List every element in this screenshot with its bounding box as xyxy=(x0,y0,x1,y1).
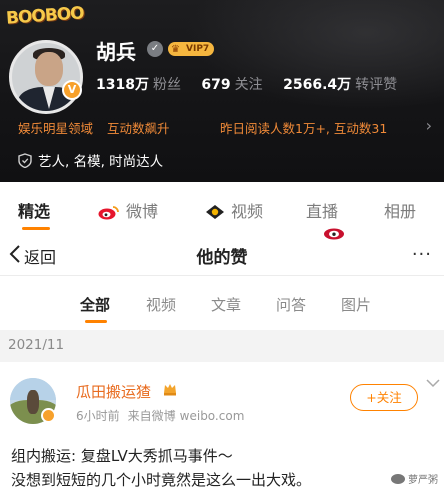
navigation-bar: 返回 他的赞 ··· xyxy=(0,228,444,276)
watermark: 萝严粥 xyxy=(391,471,438,486)
weibo-logo-icon xyxy=(98,206,119,220)
tab-video[interactable]: 视频 xyxy=(205,198,263,222)
likes-page: 返回 他的赞 ··· 全部 视频 文章 问答 图片 2021/11 瓜田搬运猹 … xyxy=(0,228,444,502)
liked-post[interactable]: 瓜田搬运猹 6小时前 来自微博 weibo.com +关注 组内搬运: 复盘LV大秀… xyxy=(0,362,444,502)
tab-underline xyxy=(22,227,50,230)
certification-line: 艺人, 名模, 时尚达人 xyxy=(18,150,163,170)
post-site: weibo.com xyxy=(179,409,245,423)
fans-label: 粉丝 xyxy=(152,77,181,93)
domain-tag: 娱乐明星领域 xyxy=(18,121,94,136)
reposts-label: 转评赞 xyxy=(355,77,398,93)
verified-v-badge: V xyxy=(62,80,82,100)
reads-tag: 昨日阅读人数1万+, 互动数31 xyxy=(220,121,388,136)
reposts-count: 2566.4万 xyxy=(283,77,352,93)
profile-name: 胡兵 xyxy=(96,40,136,64)
trend-tag: 互动数飙升 xyxy=(107,121,170,136)
subtab-article[interactable]: 文章 xyxy=(211,294,241,315)
avatar[interactable] xyxy=(9,40,83,114)
author-verified-badge xyxy=(41,408,56,423)
page-title: 他的赞 xyxy=(196,248,248,268)
filter-tabs: 全部 视频 文章 问答 图片 xyxy=(0,286,444,328)
following-count[interactable]: 679 xyxy=(201,77,230,93)
subtab-qa[interactable]: 问答 xyxy=(276,294,306,315)
tab-live[interactable]: 直播 xyxy=(306,198,338,222)
post-source: 来自微博 xyxy=(127,409,176,423)
video-icon xyxy=(206,205,224,219)
chevron-right-icon[interactable]: › xyxy=(426,116,432,135)
verified-icon[interactable]: ✓ xyxy=(147,41,163,57)
weibo-eye-icon xyxy=(324,228,344,240)
screen: BOOBOO V 胡兵 ✓ ♛ VIP7 1318万 粉丝 679 关注 2566.4… xyxy=(0,0,444,502)
following-label: 关注 xyxy=(234,77,263,93)
tab-selected[interactable]: 精选 xyxy=(18,198,50,222)
profile-stats: 1318万 粉丝 679 关注 2566.4万 转评赞 xyxy=(96,74,397,94)
subtab-video[interactable]: 视频 xyxy=(146,294,176,315)
subtab-image[interactable]: 图片 xyxy=(341,294,371,315)
shield-icon xyxy=(18,153,32,168)
post-line-2: 没想到短短的几个小时竟然是这么一出大戏。 xyxy=(11,471,312,489)
author-name[interactable]: 瓜田搬运猹 xyxy=(76,381,151,402)
medal-icon xyxy=(164,384,176,396)
date-header: 2021/11 xyxy=(0,330,444,362)
subtab-all[interactable]: 全部 xyxy=(80,294,110,315)
post-text[interactable]: 组内搬运: 复盘LV大秀抓马事件～ 没想到短短的几个小时竟然是这么一出大戏。 xyxy=(11,444,311,492)
tab-album[interactable]: 相册 xyxy=(384,198,416,222)
post-meta: 6小时前 来自微博 weibo.com xyxy=(76,407,244,424)
more-icon[interactable]: ··· xyxy=(412,244,432,265)
vip-badge[interactable]: ♛ VIP7 xyxy=(168,42,215,56)
booboo-sticker: BOOBOO xyxy=(5,3,85,29)
post-line-1: 组内搬运: 复盘LV大秀抓马事件～ xyxy=(11,447,233,465)
influence-line[interactable]: 娱乐明星领域 互动数飙升 昨日阅读人数1万+, 互动数31 xyxy=(18,118,387,137)
fans-count[interactable]: 1318万 xyxy=(96,77,149,93)
crown-icon: ♛ xyxy=(171,44,180,55)
subtab-underline xyxy=(85,320,107,323)
tab-weibo[interactable]: 微博 xyxy=(98,198,158,222)
chevron-down-icon[interactable] xyxy=(426,378,440,388)
wechat-icon xyxy=(391,474,405,484)
post-time: 6小时前 xyxy=(76,409,120,423)
profile-tab-bar: 精选 微博 视频 直播 相册 xyxy=(0,182,444,234)
profile-header: BOOBOO V 胡兵 ✓ ♛ VIP7 1318万 粉丝 679 关注 2566.4… xyxy=(0,0,444,182)
follow-button[interactable]: +关注 xyxy=(350,384,418,411)
